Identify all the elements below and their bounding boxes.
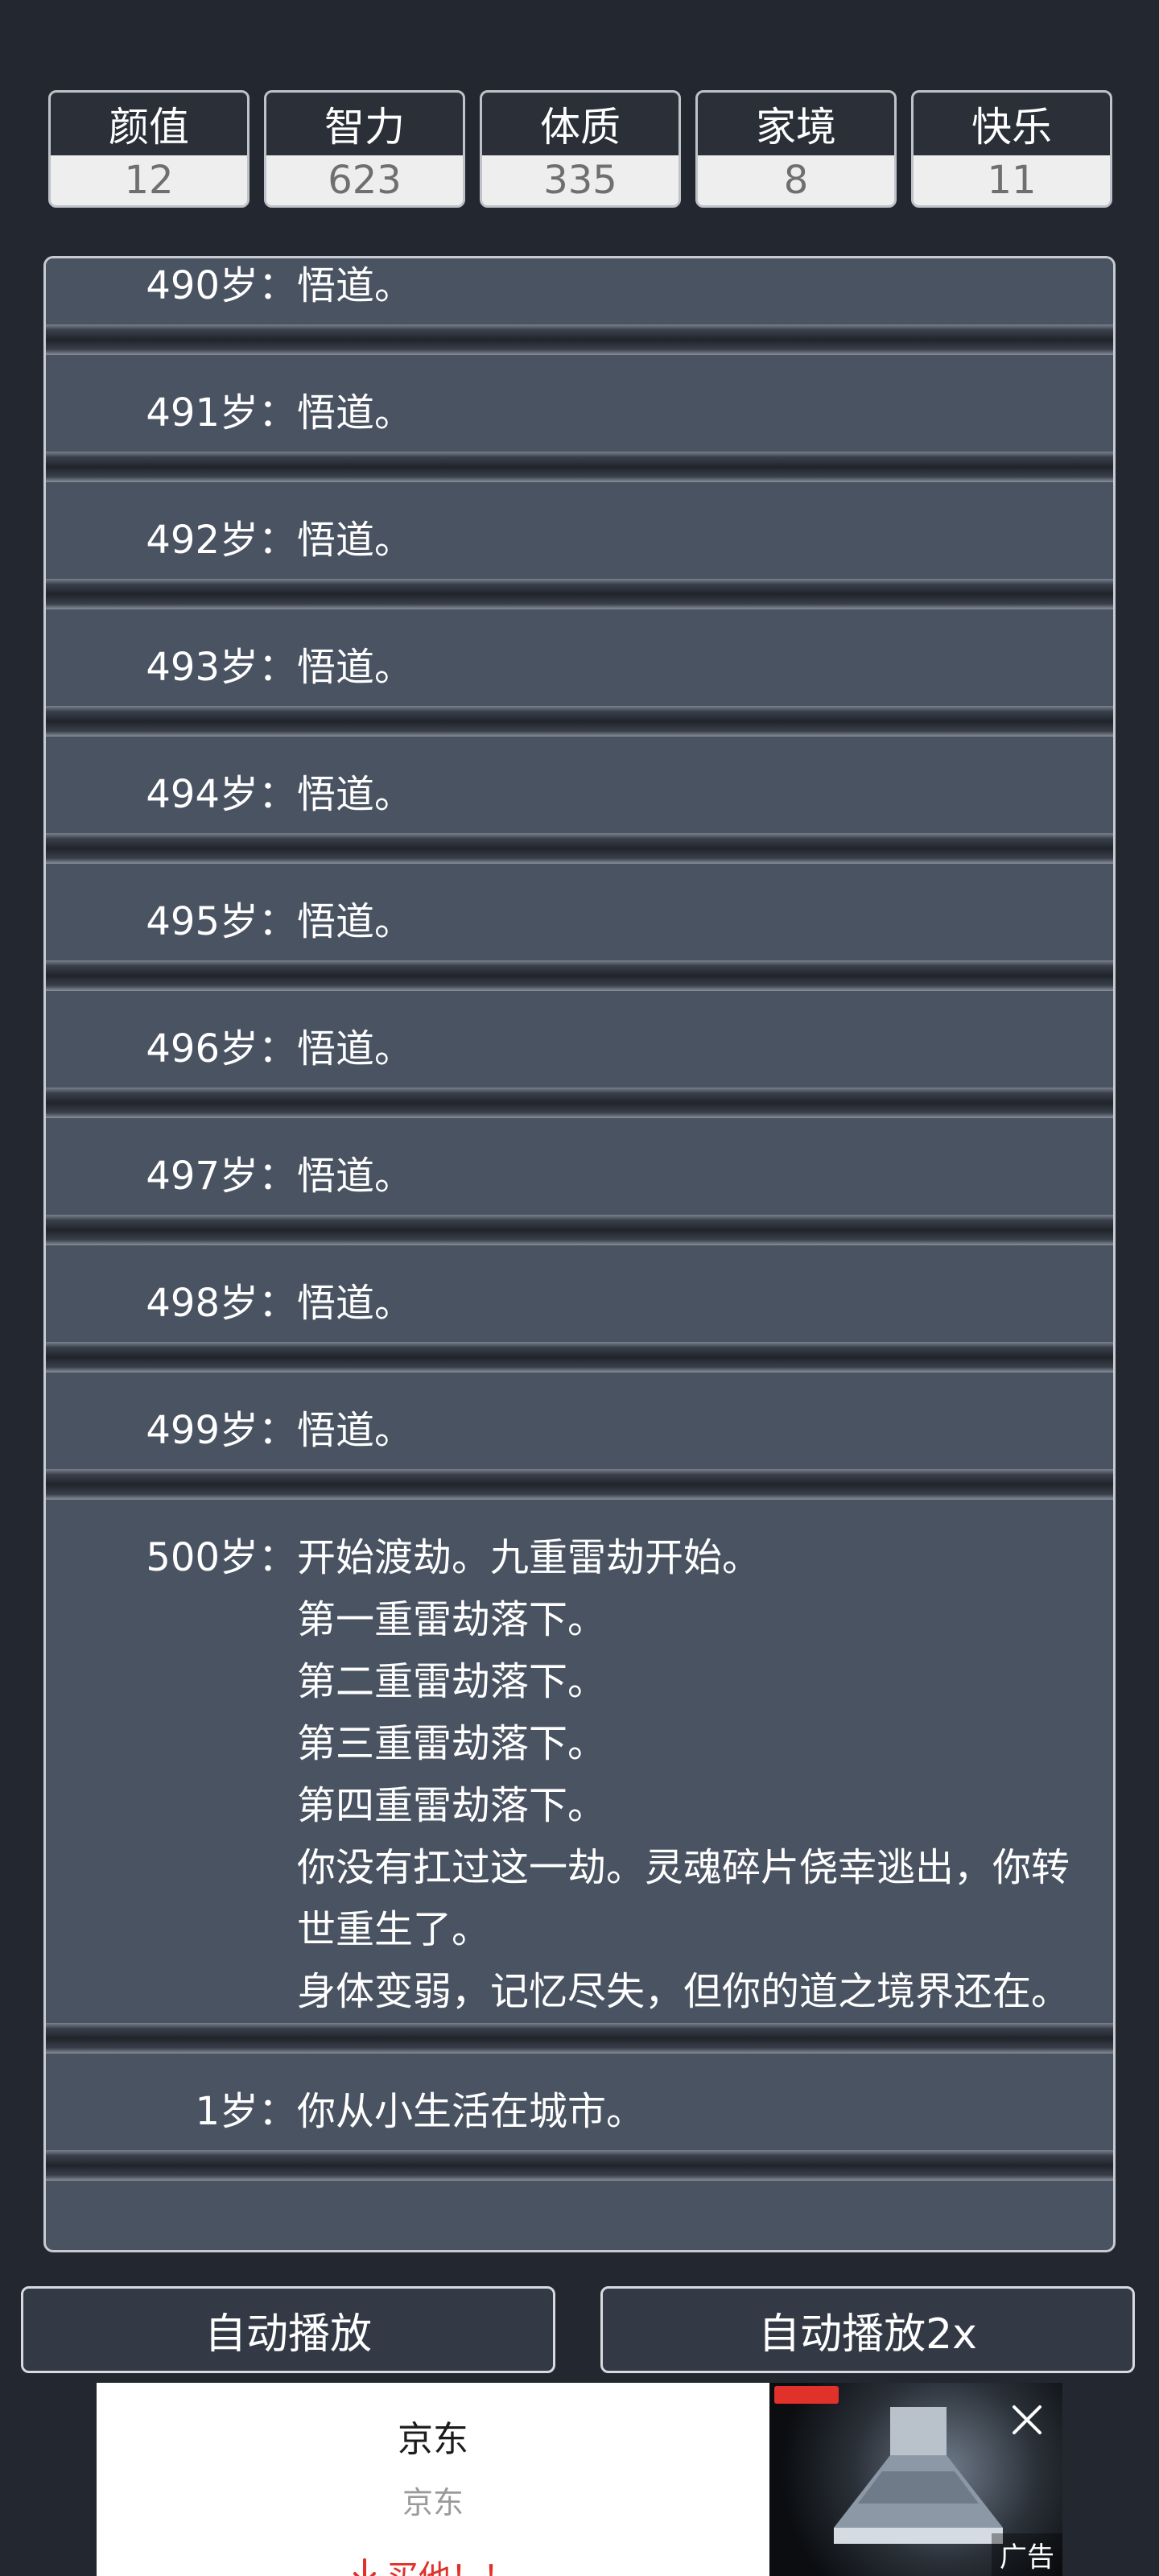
log-events: 你从小生活在城市。 xyxy=(297,2081,1081,2150)
log-row: 1岁： 你从小生活在城市。 xyxy=(46,2054,1113,2181)
ad-cta[interactable]: 买他！！ xyxy=(351,2551,515,2576)
log-age: 498岁： xyxy=(146,1281,297,1326)
log-event: 第四重雷劫落下。 xyxy=(297,1783,607,1828)
ad-banner[interactable]: 京东 京东 买他！！ 广告 xyxy=(97,2383,1062,2576)
log-event: 悟道。 xyxy=(297,390,414,436)
log-events: 悟道。 xyxy=(297,1018,1081,1088)
log-age: 1岁： xyxy=(195,2089,297,2134)
brand-logo-icon xyxy=(774,2386,839,2404)
log-age: 499岁： xyxy=(146,1408,297,1453)
log-event: 身体变弱，记忆尽失，但你的道之境界还在。 xyxy=(297,1969,1070,2014)
stats-bar: 颜值 12 智力 623 体质 335 家境 8 快乐 11 xyxy=(48,90,1112,208)
log-event: 你没有扛过这一劫。灵魂碎片侥幸逃出，你转世重生了。 xyxy=(297,1845,1070,1952)
log-row: 492岁： 悟道。 xyxy=(46,482,1113,609)
log-events: 悟道。 xyxy=(297,510,1081,579)
log-age: 492岁： xyxy=(146,518,297,563)
log-events: 悟道。 xyxy=(297,382,1081,452)
stat-constitution: 体质 335 xyxy=(480,90,681,208)
stat-value: 11 xyxy=(914,155,1110,205)
log-row: 491岁： 悟道。 xyxy=(46,355,1113,482)
close-icon[interactable] xyxy=(1008,2401,1046,2439)
log-event: 悟道。 xyxy=(297,263,414,308)
game-screen: 颜值 12 智力 623 体质 335 家境 8 快乐 11 490岁： 悟道。 4… xyxy=(0,0,1159,2576)
log-event: 第二重雷劫落下。 xyxy=(297,1659,607,1704)
log-events: 开始渡劫。九重雷劫开始。 第一重雷劫落下。 第二重雷劫落下。 第三重雷劫落下。 第四重雷… xyxy=(297,1527,1081,2023)
stat-family: 家境 8 xyxy=(695,90,897,208)
ad-text[interactable]: 京东 京东 买他！！ xyxy=(97,2383,769,2576)
stat-label: 体质 xyxy=(482,93,678,155)
log-age: 500岁： xyxy=(146,1535,297,1580)
stat-value: 12 xyxy=(51,155,247,205)
log-event: 第三重雷劫落下。 xyxy=(297,1721,607,1766)
log-event: 悟道。 xyxy=(297,1154,414,1199)
log-row: 496岁： 悟道。 xyxy=(46,991,1113,1118)
stat-intelligence: 智力 623 xyxy=(264,90,465,208)
stat-value: 623 xyxy=(266,155,463,205)
log-event: 悟道。 xyxy=(297,645,414,690)
stat-value: 8 xyxy=(698,155,894,205)
log-age: 497岁： xyxy=(146,1154,297,1199)
stat-label: 智力 xyxy=(266,93,463,155)
stat-happiness: 快乐 11 xyxy=(911,90,1112,208)
log-events: 悟道。 xyxy=(297,891,1081,960)
log-events: 悟道。 xyxy=(297,1400,1081,1469)
stat-label: 快乐 xyxy=(914,93,1110,155)
log-age: 496岁： xyxy=(146,1026,297,1071)
log-row: 497岁： 悟道。 xyxy=(46,1118,1113,1245)
stat-appearance: 颜值 12 xyxy=(48,90,250,208)
stat-label: 家境 xyxy=(698,93,894,155)
log-age: 490岁： xyxy=(146,263,297,308)
log-age: 493岁： xyxy=(146,645,297,690)
log-row: 499岁： 悟道。 xyxy=(46,1373,1113,1500)
log-events: 悟道。 xyxy=(297,1146,1081,1215)
log-row: 493岁： 悟道。 xyxy=(46,609,1113,737)
log-row: 490岁： 悟道。 xyxy=(46,258,1113,355)
log-age: 491岁： xyxy=(146,390,297,436)
log-age: 494岁： xyxy=(146,772,297,817)
log-event: 第一重雷劫落下。 xyxy=(297,1597,607,1642)
stat-value: 335 xyxy=(482,155,678,205)
ad-subtitle: 京东 xyxy=(402,2485,464,2520)
log-events: 悟道。 xyxy=(297,637,1081,706)
log-event: 你从小生活在城市。 xyxy=(297,2089,645,2134)
ad-label: 广告 xyxy=(992,2533,1062,2576)
log-row: 494岁： 悟道。 xyxy=(46,737,1113,864)
life-log-panel[interactable]: 490岁： 悟道。 491岁： 悟道。 492岁： 悟道。 493岁： 悟道。 494岁： 悟道。… xyxy=(43,256,1116,2252)
log-events: 悟道。 xyxy=(297,764,1081,833)
life-log-list: 490岁： 悟道。 491岁： 悟道。 492岁： 悟道。 493岁： 悟道。 494岁： 悟道。… xyxy=(46,258,1113,2181)
log-events: 悟道。 xyxy=(297,258,1081,324)
log-event: 悟道。 xyxy=(297,899,414,944)
log-event: 悟道。 xyxy=(297,1408,414,1453)
log-event: 悟道。 xyxy=(297,1281,414,1326)
log-row: 500岁： 开始渡劫。九重雷劫开始。 第一重雷劫落下。 第二重雷劫落下。 第三重雷劫落下… xyxy=(46,1500,1113,2054)
ad-title: 京东 xyxy=(398,2419,468,2460)
range-hood-image-icon xyxy=(834,2407,1003,2544)
auto-play-button[interactable]: 自动播放 xyxy=(21,2286,555,2373)
log-age: 495岁： xyxy=(146,899,297,944)
log-event: 悟道。 xyxy=(297,518,414,563)
log-event: 悟道。 xyxy=(297,1026,414,1071)
auto-play-2x-button[interactable]: 自动播放2x xyxy=(600,2286,1135,2373)
log-event: 开始渡劫。九重雷劫开始。 xyxy=(297,1535,761,1580)
log-row: 495岁： 悟道。 xyxy=(46,864,1113,991)
download-arrow-icon xyxy=(353,2558,376,2576)
stat-label: 颜值 xyxy=(51,93,247,155)
ad-image[interactable]: 广告 xyxy=(769,2383,1062,2576)
ad-cta-label: 买他！！ xyxy=(386,2551,515,2576)
log-row: 498岁： 悟道。 xyxy=(46,1245,1113,1373)
log-event: 悟道。 xyxy=(297,772,414,817)
log-events: 悟道。 xyxy=(297,1273,1081,1342)
